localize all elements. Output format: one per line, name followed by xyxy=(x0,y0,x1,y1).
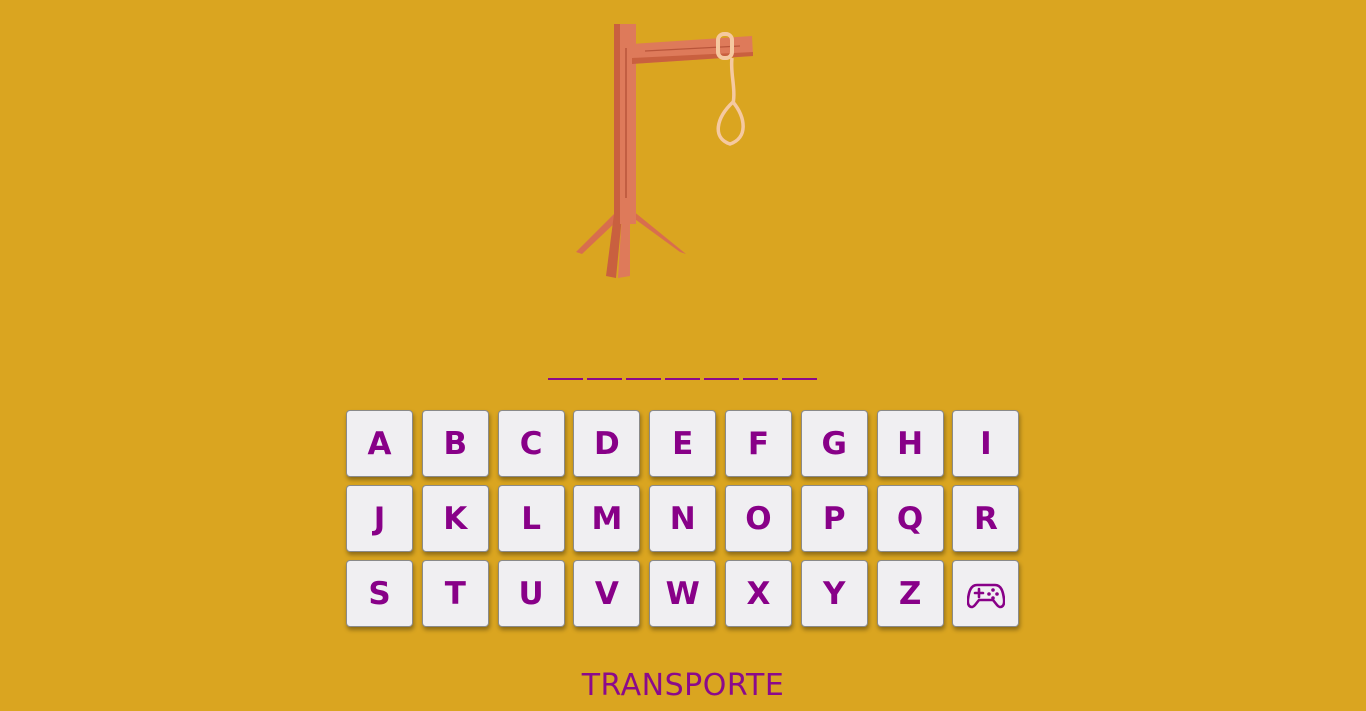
key-i[interactable]: I xyxy=(952,410,1020,477)
letter-slot xyxy=(587,362,622,380)
key-e[interactable]: E xyxy=(649,410,717,477)
key-d[interactable]: D xyxy=(573,410,641,477)
key-z[interactable]: Z xyxy=(876,560,944,627)
letter-slot xyxy=(743,362,778,380)
key-w[interactable]: W xyxy=(649,560,717,627)
key-x[interactable]: X xyxy=(724,560,792,627)
gallows-image xyxy=(576,24,753,278)
letter-slot xyxy=(782,362,817,380)
key-p[interactable]: P xyxy=(800,485,868,552)
letter-slot xyxy=(665,362,700,380)
category-label: TRANSPORTE xyxy=(581,668,785,703)
key-h[interactable]: H xyxy=(876,410,944,477)
letter-slot xyxy=(626,362,661,380)
key-u[interactable]: U xyxy=(497,560,565,627)
key-g[interactable]: G xyxy=(800,410,868,477)
key-f[interactable]: F xyxy=(724,410,792,477)
key-m[interactable]: M xyxy=(573,485,641,552)
key-v[interactable]: V xyxy=(573,560,641,627)
key-b[interactable]: B xyxy=(421,410,489,477)
key-k[interactable]: K xyxy=(421,485,489,552)
key-q[interactable]: Q xyxy=(876,485,944,552)
key-c[interactable]: C xyxy=(497,410,565,477)
key-s[interactable]: S xyxy=(346,560,413,627)
key-o[interactable]: O xyxy=(724,485,792,552)
key-y[interactable]: Y xyxy=(800,560,868,627)
letter-keyboard: ABCDEFGHI JKLMNOPQR STUVWXYZ xyxy=(346,410,1020,627)
key-j[interactable]: J xyxy=(346,485,413,552)
key-t[interactable]: T xyxy=(421,560,489,627)
game-screen: ABCDEFGHI JKLMNOPQR STUVWXYZ TRANSPORTE xyxy=(0,0,1366,711)
gamepad-icon xyxy=(966,583,1005,608)
word-placeholder xyxy=(548,362,820,380)
letter-slot xyxy=(548,362,583,380)
key-a[interactable]: A xyxy=(346,410,413,477)
new-game-button[interactable] xyxy=(952,560,1020,627)
letter-slot xyxy=(704,362,739,380)
key-n[interactable]: N xyxy=(649,485,717,552)
key-l[interactable]: L xyxy=(497,485,565,552)
key-r[interactable]: R xyxy=(952,485,1020,552)
